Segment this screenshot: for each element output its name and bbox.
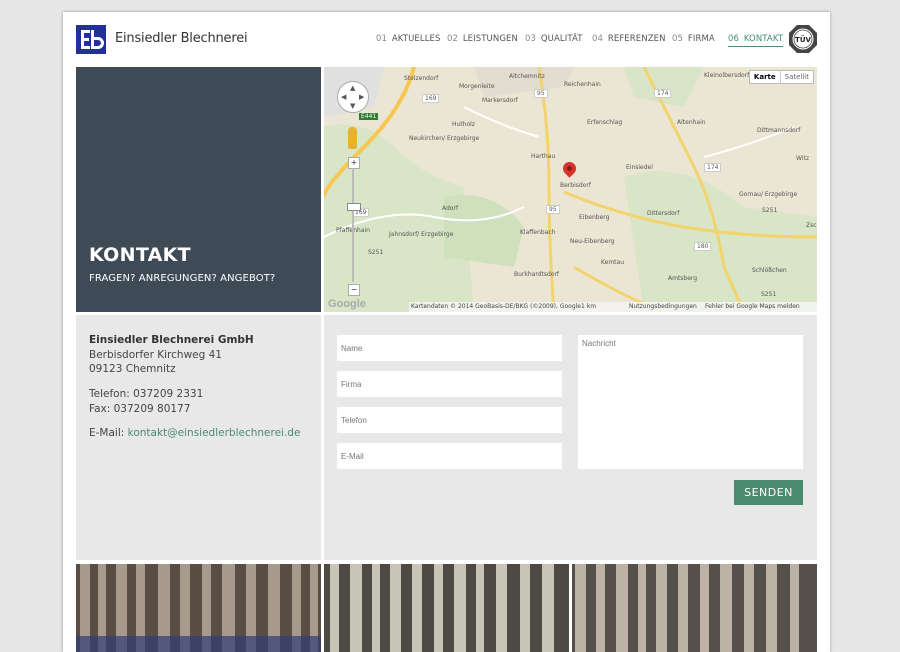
email-label: E-Mail: — [89, 427, 125, 439]
name-field[interactable] — [337, 335, 562, 361]
street-view-pegman-icon[interactable] — [348, 127, 357, 149]
street-address: Berbisdorfer Kirchweg 41 — [89, 349, 222, 361]
tuv-badge-text: TÜV — [795, 35, 811, 44]
road-label: 174 — [704, 163, 722, 172]
map-pan-control[interactable]: ▲ ▼ ◀ ▶ — [337, 81, 369, 113]
road-label: S251 — [762, 207, 778, 214]
map-place: Gornau/ Erzgebirge — [739, 191, 798, 198]
map-place: Einsiedel — [626, 164, 653, 171]
contact-form: SENDEN — [324, 315, 817, 560]
map-canvas — [324, 67, 817, 312]
road-label: E441 — [359, 113, 379, 120]
email-field[interactable] — [337, 443, 562, 469]
map-place: Dittmannsdorf — [757, 127, 801, 134]
nav-item-leistungen[interactable]: 02 LEISTUNGEN — [447, 34, 518, 44]
company-field[interactable] — [337, 371, 562, 397]
tuv-badge-icon: TÜV — [788, 24, 818, 54]
road-label: S251 — [368, 249, 384, 256]
road-label: S251 — [761, 291, 777, 298]
map-place: Kleinolbersdorf — [704, 72, 750, 79]
map-zoom-out-button[interactable]: − — [348, 284, 360, 296]
map-place: Berbisdorf — [560, 182, 591, 189]
map-place: Erfenschlag — [587, 119, 623, 126]
send-button[interactable]: SENDEN — [734, 480, 803, 505]
map-place: Altchemnitz — [509, 73, 545, 80]
road-label: 95 — [546, 205, 560, 214]
map-place: Stelzendorf — [404, 75, 439, 82]
google-logo[interactable]: Google — [328, 298, 366, 310]
road-label: 169 — [422, 94, 440, 103]
map-place: Dittersdorf — [647, 210, 680, 217]
map-attribution: Kartendaten © 2014 GeoBasis-DE/BKG (©200… — [411, 303, 581, 310]
map-report-link[interactable]: Fehler bei Google Maps melden — [705, 303, 800, 310]
page-title: KONTAKT — [89, 244, 191, 266]
nav-item-firma[interactable]: 05 FIRMA — [672, 34, 715, 44]
map-footer: Kartendaten © 2014 GeoBasis-DE/BKG (©200… — [409, 302, 817, 312]
map-place: Zsc — [806, 222, 817, 229]
city-address: 09123 Chemnitz — [89, 363, 176, 375]
road-label: 95 — [534, 89, 548, 98]
map-scale: 1 km — [581, 303, 597, 310]
sheet-metal-photo — [572, 564, 817, 652]
road-label: 174 — [654, 89, 672, 98]
company-name: Einsiedler Blechnerei GmbH — [89, 334, 254, 346]
map-place: Burkhardtsdorf — [514, 271, 560, 278]
map-place: Schlößchen — [752, 267, 787, 274]
nav-item-aktuelles[interactable]: 01 AKTUELLES — [376, 34, 441, 44]
map-place: Kemtau — [601, 259, 625, 266]
map-place: Amtsberg — [668, 275, 698, 282]
message-field[interactable] — [578, 335, 803, 469]
contact-info-panel: Einsiedler Blechnerei GmbH Berbisdorfer … — [76, 315, 321, 560]
page-subtitle: FRAGEN? ANREGUNGEN? ANGEBOT? — [89, 273, 276, 284]
phone-number: Telefon: 037209 2331 — [89, 388, 204, 400]
map-place: Neu-Eibenberg — [570, 238, 615, 245]
hero-panel: KONTAKT FRAGEN? ANREGUNGEN? ANGEBOT? — [76, 67, 321, 312]
map-place: Harthau — [531, 153, 556, 160]
map-place: Neukirchen/ Erzgebirge — [409, 135, 480, 142]
phone-field[interactable] — [337, 407, 562, 433]
map-place: Morgenleite — [459, 83, 495, 90]
map-place: Reichenhain — [564, 81, 601, 88]
map-place: Adorf — [442, 205, 459, 212]
page-container: Einsiedler Blechnerei 01 AKTUELLES 02 LE… — [63, 12, 830, 652]
map-zoom-slider[interactable] — [352, 168, 354, 282]
map-zoom-handle[interactable] — [347, 203, 361, 211]
map-place: Markersdorf — [482, 97, 518, 104]
map-type-karte[interactable]: Karte — [750, 71, 780, 83]
map-place: Witz — [796, 155, 809, 162]
fax-number: Fax: 037209 80177 — [89, 403, 191, 415]
sheet-metal-photo — [324, 564, 569, 652]
email-line: E-Mail: kontakt@einsiedlerblechnerei.de — [89, 427, 300, 439]
map-place: Eibenberg — [579, 214, 610, 221]
map-place: Klaffenbach — [520, 229, 556, 236]
map-zoom-in-button[interactable]: + — [348, 157, 360, 169]
nav-item-kontakt[interactable]: 06 KONTAKT — [728, 34, 784, 47]
nav-item-referenzen[interactable]: 04 REFERENZEN — [592, 34, 666, 44]
map-type-toggle: Karte Satellit — [748, 70, 814, 84]
map-place: Hutholz — [452, 121, 475, 128]
email-link[interactable]: kontakt@einsiedlerblechnerei.de — [128, 427, 301, 439]
nav-item-qualitaet[interactable]: 03 QUALITÄT — [525, 34, 583, 44]
map-terms-link[interactable]: Nutzungsbedingungen — [629, 303, 697, 310]
road-label: 180 — [694, 242, 712, 251]
main-nav: 01 AKTUELLES 02 LEISTUNGEN 03 QUALITÄT 0… — [63, 34, 830, 48]
google-map[interactable]: Stelzendorf Altchemnitz Kleinolbersdorf … — [324, 67, 817, 312]
map-type-satellit[interactable]: Satellit — [779, 71, 813, 83]
map-place: Altenhain — [677, 119, 706, 126]
map-place: Jahnsdorf/ Erzgebirge — [389, 231, 454, 238]
sheet-metal-photo — [76, 564, 321, 652]
